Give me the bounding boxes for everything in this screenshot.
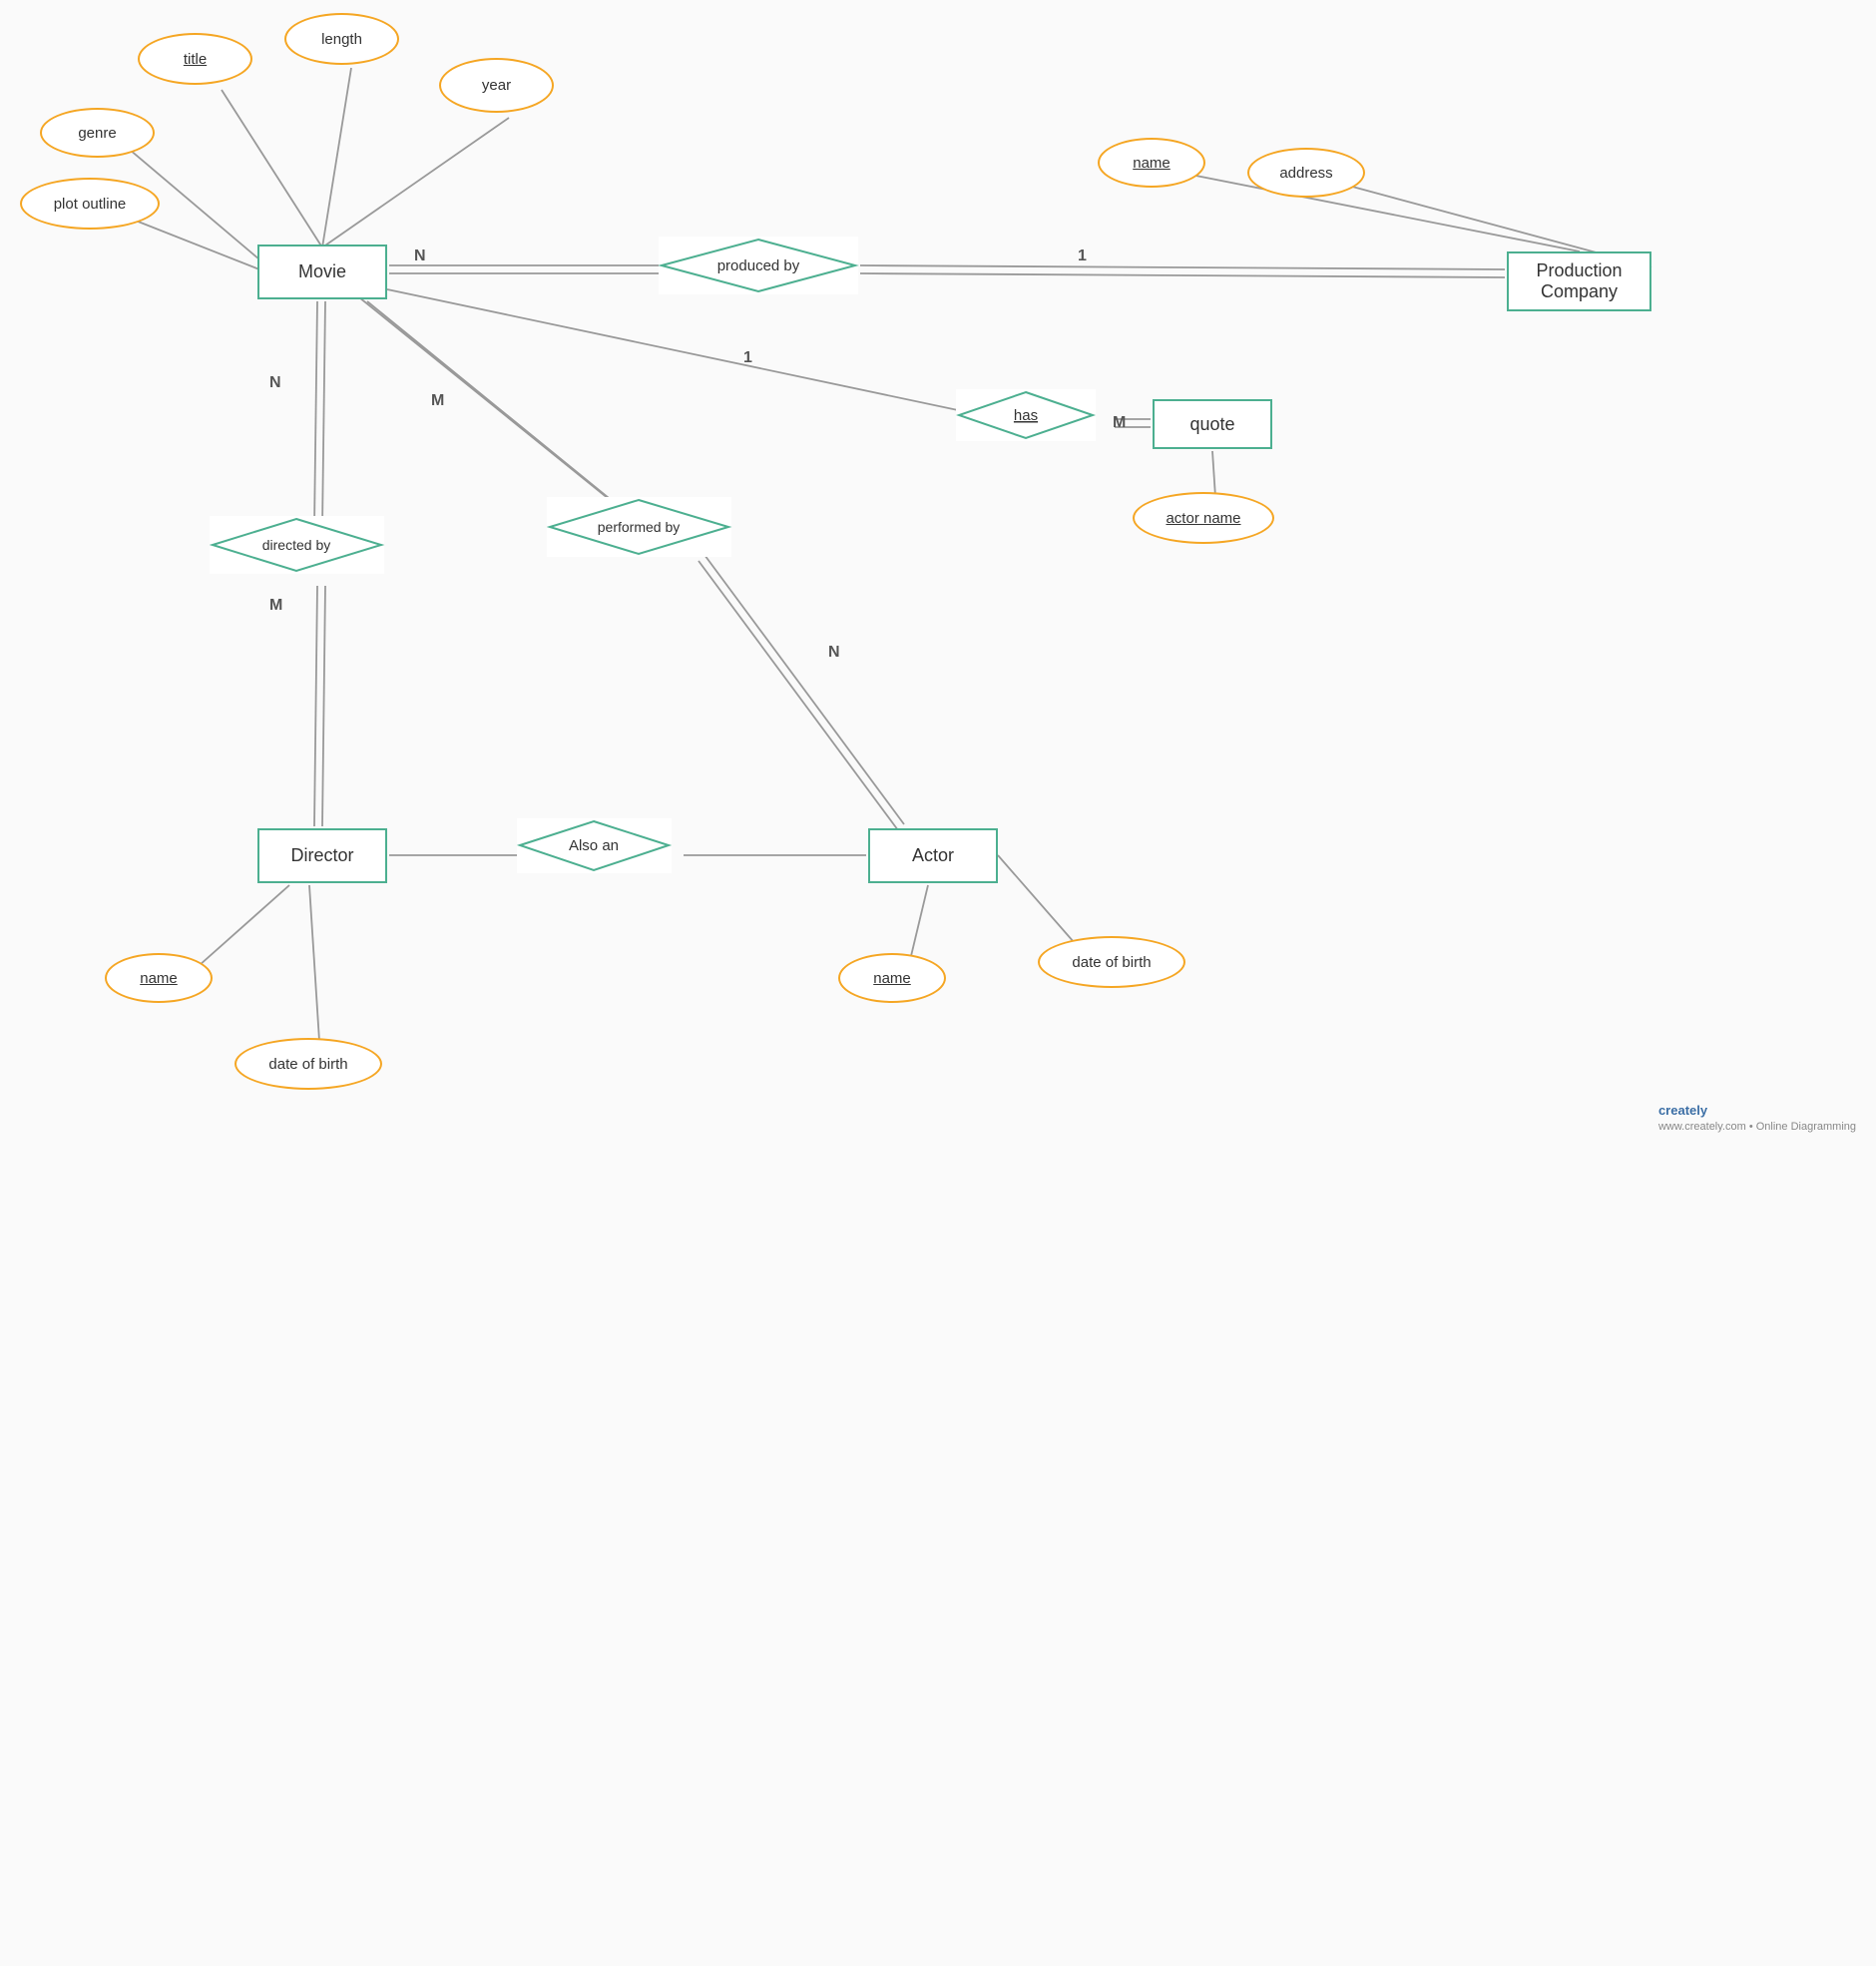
er-diagram: Movie ProductionCompany Director Actor q… <box>0 0 1876 1148</box>
cardinality-m-director: M <box>269 597 282 615</box>
creately-branding: creately www.creately.com • Online Diagr… <box>1658 1103 1856 1133</box>
svg-text:Also an: Also an <box>569 837 619 854</box>
attribute-year-label: year <box>482 77 511 94</box>
attribute-length-label: length <box>321 31 362 48</box>
attribute-prod-name-label: name <box>1133 155 1171 172</box>
svg-text:directed by: directed by <box>262 537 330 553</box>
attribute-plot-outline: plot outline <box>20 178 160 230</box>
attribute-title: title <box>138 33 252 85</box>
attribute-prod-name: name <box>1098 138 1205 188</box>
cardinality-n-movie-produced: N <box>414 247 426 265</box>
attribute-actor-name-quote-label: actor name <box>1166 510 1240 527</box>
svg-text:produced by: produced by <box>717 257 800 274</box>
cardinality-n-actor: N <box>828 644 840 662</box>
attribute-actor-dob: date of birth <box>1038 936 1185 988</box>
cardinality-m-movie-performed: M <box>431 392 444 410</box>
attribute-actor-name: name <box>838 953 946 1003</box>
cardinality-m-quote: M <box>1113 414 1126 432</box>
attribute-title-label: title <box>184 51 207 68</box>
attribute-plot-outline-label: plot outline <box>54 196 127 213</box>
attribute-genre-label: genre <box>78 125 116 142</box>
creately-tagline: www.creately.com • Online Diagramming <box>1658 1121 1856 1133</box>
creately-brand-name: creately <box>1658 1103 1707 1118</box>
entity-movie-label: Movie <box>298 261 346 282</box>
svg-text:performed by: performed by <box>598 519 680 535</box>
attribute-director-name-label: name <box>140 970 178 987</box>
attribute-actor-name-label: name <box>873 970 911 987</box>
svg-text:has: has <box>1014 407 1038 424</box>
attribute-actor-name-quote: actor name <box>1133 492 1274 544</box>
relation-produced-by: produced by <box>659 237 858 294</box>
relation-performed-by: performed by <box>547 497 731 557</box>
relation-also-an: Also an <box>517 818 672 873</box>
attribute-director-dob: date of birth <box>234 1038 382 1090</box>
cardinality-n-movie-directed: N <box>269 374 281 392</box>
attribute-prod-address: address <box>1247 148 1365 198</box>
attribute-director-dob-label: date of birth <box>268 1056 347 1073</box>
attribute-director-name: name <box>105 953 213 1003</box>
entity-movie: Movie <box>257 245 387 299</box>
attribute-year: year <box>439 58 554 113</box>
relation-has: has <box>956 389 1096 441</box>
attribute-genre: genre <box>40 108 155 158</box>
attribute-length: length <box>284 13 399 65</box>
attribute-prod-address-label: address <box>1279 165 1332 182</box>
relation-directed-by: directed by <box>210 516 384 574</box>
attribute-actor-dob-label: date of birth <box>1072 954 1151 971</box>
cardinality-1-production: 1 <box>1078 247 1087 265</box>
cardinality-1-has: 1 <box>743 349 752 367</box>
